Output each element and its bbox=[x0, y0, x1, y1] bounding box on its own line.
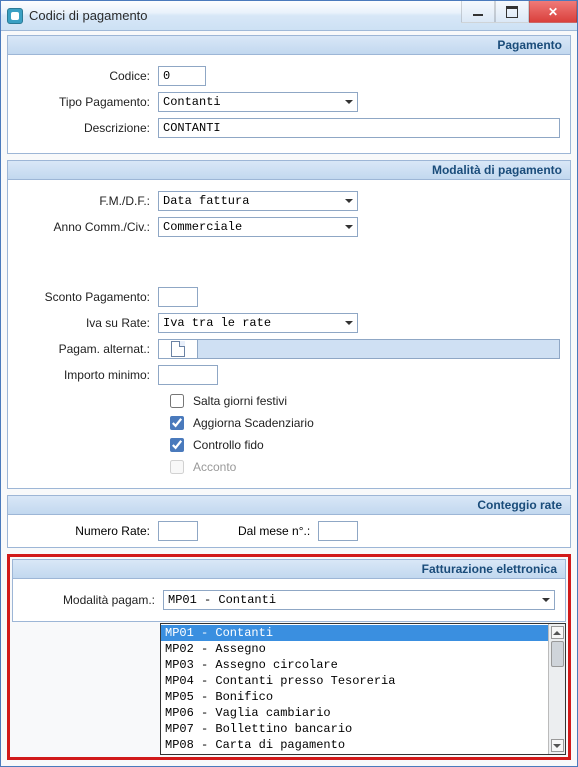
codice-input[interactable] bbox=[158, 66, 206, 86]
fmdf-combo[interactable]: Data fattura bbox=[158, 191, 358, 211]
dropdown-option[interactable]: MP04 - Contanti presso Tesoreria bbox=[161, 673, 548, 689]
salta-festivi-label: Salta giorni festivi bbox=[193, 394, 287, 408]
tipo-pagamento-combo[interactable]: Contanti bbox=[158, 92, 358, 112]
group-header-conteggio: Conteggio rate bbox=[8, 496, 570, 515]
codice-label: Codice: bbox=[18, 69, 158, 83]
anno-label: Anno Comm./Civ.: bbox=[18, 220, 158, 234]
scroll-down-icon[interactable] bbox=[551, 739, 564, 752]
iva-rate-combo[interactable]: Iva tra le rate bbox=[158, 313, 358, 333]
group-header-fatturazione: Fatturazione elettronica bbox=[13, 560, 565, 579]
modalita-pagam-label: Modalità pagam.: bbox=[23, 593, 163, 607]
controllo-fido-label: Controllo fido bbox=[193, 438, 264, 452]
modalita-pagam-dropdown[interactable]: MP01 - Contanti MP02 - Assegno MP03 - As… bbox=[160, 623, 566, 755]
dal-mese-label: Dal mese n°.: bbox=[198, 524, 318, 538]
numero-rate-input[interactable] bbox=[158, 521, 198, 541]
pagam-alternat-lookup[interactable] bbox=[158, 339, 198, 359]
dropdown-option[interactable]: MP08 - Carta di pagamento bbox=[161, 737, 548, 753]
iva-rate-label: Iva su Rate: bbox=[18, 316, 158, 330]
dropdown-option[interactable]: MP03 - Assegno circolare bbox=[161, 657, 548, 673]
scroll-up-icon[interactable] bbox=[551, 626, 564, 639]
window-title: Codici di pagamento bbox=[29, 8, 461, 23]
importo-minimo-input[interactable] bbox=[158, 365, 218, 385]
scroll-thumb[interactable] bbox=[551, 641, 564, 667]
fmdf-label: F.M./D.F.: bbox=[18, 194, 158, 208]
minimize-button[interactable] bbox=[461, 1, 495, 23]
anno-combo[interactable]: Commerciale bbox=[158, 217, 358, 237]
group-header-pagamento: Pagamento bbox=[8, 36, 570, 55]
modalita-pagam-combo[interactable]: MP01 - Contanti bbox=[163, 590, 555, 610]
app-icon bbox=[7, 8, 23, 24]
dropdown-option[interactable]: MP06 - Vaglia cambiario bbox=[161, 705, 548, 721]
descrizione-label: Descrizione: bbox=[18, 121, 158, 135]
close-button[interactable] bbox=[529, 1, 577, 23]
dropdown-option[interactable]: MP05 - Bonifico bbox=[161, 689, 548, 705]
tipo-pagamento-label: Tipo Pagamento: bbox=[18, 95, 158, 109]
descrizione-input[interactable] bbox=[158, 118, 560, 138]
group-pagamento: Pagamento Codice: Tipo Pagamento: Contan… bbox=[7, 35, 571, 154]
dropdown-scrollbar[interactable] bbox=[548, 624, 565, 754]
dal-mese-input[interactable] bbox=[318, 521, 358, 541]
dropdown-option[interactable]: MP07 - Bollettino bancario bbox=[161, 721, 548, 737]
group-fatturazione: Fatturazione elettronica Modalità pagam.… bbox=[12, 559, 566, 622]
salta-festivi-checkbox[interactable] bbox=[170, 394, 184, 408]
client-area: Pagamento Codice: Tipo Pagamento: Contan… bbox=[1, 31, 577, 766]
group-header-modalita: Modalità di pagamento bbox=[8, 161, 570, 180]
aggiorna-scadenziario-label: Aggiorna Scadenziario bbox=[193, 416, 314, 430]
lookup-icon bbox=[171, 341, 185, 357]
acconto-checkbox bbox=[170, 460, 184, 474]
controllo-fido-checkbox[interactable] bbox=[170, 438, 184, 452]
pagam-alternat-display bbox=[198, 339, 560, 359]
dropdown-list: MP01 - Contanti MP02 - Assegno MP03 - As… bbox=[161, 624, 548, 754]
dropdown-option[interactable]: MP01 - Contanti bbox=[161, 625, 548, 641]
numero-rate-label: Numero Rate: bbox=[18, 524, 158, 538]
titlebar[interactable]: Codici di pagamento bbox=[1, 1, 577, 31]
importo-minimo-label: Importo minimo: bbox=[18, 368, 158, 382]
sconto-input[interactable] bbox=[158, 287, 198, 307]
group-conteggio: Conteggio rate Numero Rate: Dal mese n°.… bbox=[7, 495, 571, 548]
maximize-button[interactable] bbox=[495, 1, 529, 23]
group-modalita: Modalità di pagamento F.M./D.F.: Data fa… bbox=[7, 160, 571, 489]
highlight-fatturazione: Fatturazione elettronica Modalità pagam.… bbox=[7, 554, 571, 760]
window-frame: Codici di pagamento Pagamento Codice: Ti… bbox=[0, 0, 578, 767]
aggiorna-scadenziario-checkbox[interactable] bbox=[170, 416, 184, 430]
sconto-label: Sconto Pagamento: bbox=[18, 290, 158, 304]
pagam-alternat-label: Pagam. alternat.: bbox=[18, 342, 158, 356]
acconto-label: Acconto bbox=[193, 460, 236, 474]
dropdown-option[interactable]: MP02 - Assegno bbox=[161, 641, 548, 657]
